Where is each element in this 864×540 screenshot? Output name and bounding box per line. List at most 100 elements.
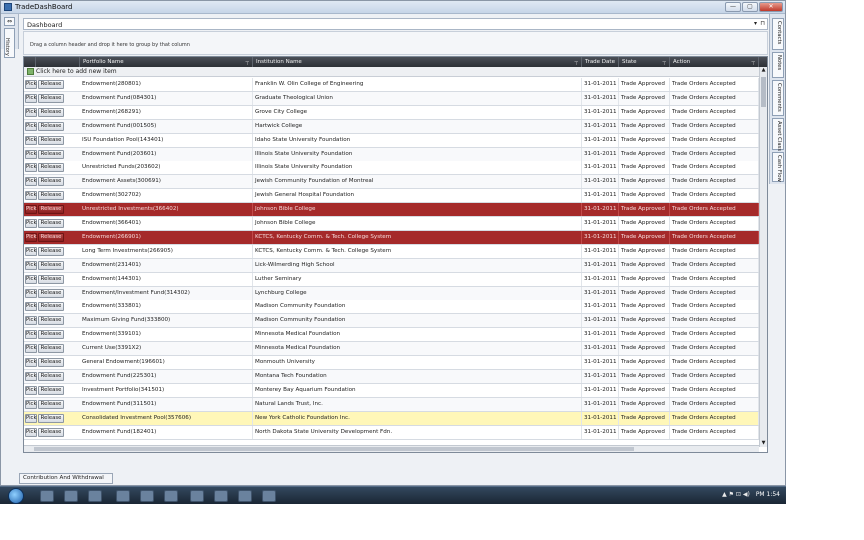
pick-button[interactable]: Pick: [25, 330, 37, 340]
filter-icon[interactable]: ⊤: [245, 59, 249, 67]
release-button[interactable]: Release: [38, 205, 64, 215]
table-row[interactable]: Pick Release Endowment(366401) Johnson Bibl…: [24, 217, 759, 231]
table-row[interactable]: Pick Release Endowment Assets(300691) Jewis…: [24, 175, 759, 190]
table-row[interactable]: Pick Release Endowment Fund(084301) Graduat…: [24, 91, 759, 106]
filter-icon[interactable]: ⊤: [751, 59, 755, 67]
column-header[interactable]: [24, 57, 36, 67]
tab-history[interactable]: History: [4, 28, 15, 58]
pick-button[interactable]: Pick: [25, 163, 37, 173]
release-button[interactable]: Release: [38, 330, 64, 340]
pick-button[interactable]: Pick: [25, 135, 37, 145]
close-button[interactable]: ✕: [759, 2, 783, 12]
release-button[interactable]: Release: [38, 177, 64, 187]
pin-icon[interactable]: ⊓: [760, 20, 765, 27]
tab-asset-class[interactable]: Asset Class: [772, 118, 784, 151]
release-button[interactable]: Release: [38, 399, 64, 409]
pick-button[interactable]: Pick: [25, 371, 37, 381]
release-button[interactable]: Release: [38, 288, 64, 298]
tab-contribution-withdrawal[interactable]: Contribution And Withdrawal: [19, 473, 113, 484]
app-icon[interactable]: [214, 490, 228, 502]
release-button[interactable]: Release: [38, 80, 64, 89]
pick-button[interactable]: Pick: [25, 149, 37, 159]
pick-button[interactable]: Pick: [25, 358, 37, 367]
group-by-panel[interactable]: Drag a column header and drop it here to…: [23, 31, 768, 55]
pick-button[interactable]: Pick: [25, 80, 37, 89]
table-row[interactable]: Pick Release Endowment Fund(203601) Illinoi…: [24, 147, 759, 162]
column-header[interactable]: Portfolio Name ⊤: [80, 57, 253, 67]
pick-button[interactable]: Pick: [25, 121, 37, 131]
pick-button[interactable]: Pick: [25, 344, 37, 354]
tab-notes[interactable]: Notes: [772, 52, 784, 78]
release-button[interactable]: Release: [38, 427, 64, 437]
tab-comments[interactable]: Comments: [772, 80, 784, 116]
table-row[interactable]: Pick Release Consolidated Investment Pool(…: [24, 411, 759, 426]
release-button[interactable]: Release: [38, 385, 64, 395]
table-row[interactable]: Pick Release Unrestricted Funds(203602) Ill…: [24, 161, 759, 176]
pick-button[interactable]: Pick: [25, 260, 37, 270]
release-button[interactable]: Release: [38, 232, 64, 242]
pick-button[interactable]: Pick: [25, 399, 37, 409]
pick-button[interactable]: Pick: [25, 177, 37, 187]
pick-button[interactable]: Pick: [25, 274, 37, 284]
pick-button[interactable]: Pick: [25, 219, 37, 228]
table-row[interactable]: Pick Release Unrestricted Investments(3664…: [24, 203, 759, 218]
table-row[interactable]: Pick Release Endowment Fund(182401) North D…: [24, 425, 759, 440]
vertical-scrollbar[interactable]: ▲ ▼: [759, 67, 767, 447]
table-row[interactable]: Pick Release General Endowment(196601) Monm…: [24, 356, 759, 370]
maximize-button[interactable]: ▢: [742, 2, 758, 12]
pick-button[interactable]: Pick: [25, 232, 37, 242]
table-row[interactable]: Pick Release Endowment(231401) Lick-Wilmerd…: [24, 258, 759, 273]
filter-icon[interactable]: ⊤: [662, 59, 666, 67]
table-row[interactable]: Pick Release Endowment/Investment Fund(314…: [24, 286, 759, 301]
table-row[interactable]: Pick Release Endowment(266901) KCTCS, Kentu…: [24, 230, 759, 245]
media-icon[interactable]: [88, 490, 102, 502]
release-button[interactable]: Release: [38, 316, 64, 326]
table-row[interactable]: Pick Release Endowment(268291) Grove City C…: [24, 105, 759, 120]
start-button[interactable]: [8, 488, 24, 504]
pick-button[interactable]: Pick: [25, 191, 37, 201]
column-header[interactable]: State ⊤: [619, 57, 670, 67]
table-row[interactable]: Pick Release Current Use(3391X2) Minnesota …: [24, 342, 759, 357]
table-row[interactable]: Pick Release Endowment Fund(311501) Natural…: [24, 397, 759, 412]
table-row[interactable]: Pick Release Endowment(302702) Jewish Gener…: [24, 189, 759, 204]
table-row[interactable]: Pick Release Endowment(339101) Minnesota Me…: [24, 328, 759, 343]
horizontal-scrollbar[interactable]: [24, 445, 759, 452]
release-button[interactable]: Release: [38, 260, 64, 270]
scroll-up-icon[interactable]: ▲: [760, 67, 767, 74]
pick-button[interactable]: Pick: [25, 93, 37, 103]
pick-button[interactable]: Pick: [25, 205, 37, 215]
tray-icons[interactable]: ▲ ⚑ ⊡ ◀): [722, 491, 750, 498]
pick-button[interactable]: Pick: [25, 385, 37, 395]
pick-button[interactable]: Pick: [25, 413, 37, 423]
app-icon[interactable]: [190, 490, 204, 502]
pick-button[interactable]: Pick: [25, 246, 37, 256]
table-row[interactable]: Pick Release Maximum Giving Fund(333800) Ma…: [24, 314, 759, 329]
column-header[interactable]: [36, 57, 80, 67]
minimize-button[interactable]: —: [725, 2, 741, 12]
table-row[interactable]: Pick Release Investment Portfolio(341501) M…: [24, 383, 759, 398]
pick-button[interactable]: Pick: [25, 288, 37, 298]
release-button[interactable]: Release: [38, 135, 64, 145]
release-button[interactable]: Release: [38, 149, 64, 159]
scroll-thumb[interactable]: [34, 447, 634, 451]
release-button[interactable]: Release: [38, 163, 64, 173]
release-button[interactable]: Release: [38, 107, 64, 117]
table-row[interactable]: Pick Release Endowment(144301) Luther Semin…: [24, 272, 759, 287]
release-button[interactable]: Release: [38, 246, 64, 256]
release-button[interactable]: Release: [38, 413, 64, 423]
table-row[interactable]: Pick Release Endowment Fund(001505) Hartwic…: [24, 119, 759, 134]
app-icon[interactable]: [238, 490, 252, 502]
title-bar[interactable]: TradeDashBoard — ▢ ✕: [1, 1, 785, 14]
table-row[interactable]: Pick Release Endowment(280801) Franklin W. …: [24, 78, 759, 92]
release-button[interactable]: Release: [38, 121, 64, 131]
dashboard-select[interactable]: Dashboard ▾ ⊓: [23, 18, 768, 30]
release-button[interactable]: Release: [38, 302, 64, 312]
app-icon[interactable]: [262, 490, 276, 502]
pick-button[interactable]: Pick: [25, 316, 37, 326]
release-button[interactable]: Release: [38, 93, 64, 103]
pick-button[interactable]: Pick: [25, 427, 37, 437]
ie-icon[interactable]: [40, 490, 54, 502]
tab-contacts[interactable]: Contacts: [772, 18, 784, 50]
table-row[interactable]: Pick Release Endowment(333801) Madison Comm…: [24, 300, 759, 315]
release-button[interactable]: Release: [38, 191, 64, 201]
